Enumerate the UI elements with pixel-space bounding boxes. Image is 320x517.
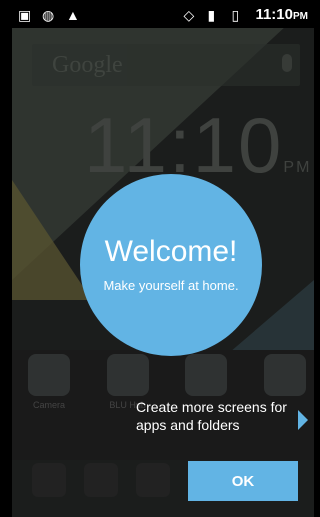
play-store-icon bbox=[185, 354, 228, 396]
chrome-icon bbox=[263, 354, 306, 396]
signal-icon: ▮ bbox=[207, 7, 216, 23]
mic-icon[interactable] bbox=[282, 54, 292, 72]
welcome-dialog: Welcome! Make yourself at home. bbox=[80, 174, 262, 356]
battery-icon: ▯ bbox=[231, 7, 240, 23]
status-bar: ▣ ◍ ▲ ◇ ▮ ▯ 11:10PM bbox=[12, 0, 314, 28]
contacts-icon[interactable] bbox=[84, 463, 118, 497]
rotation-icon: ◇ bbox=[183, 7, 195, 23]
welcome-title: Welcome! bbox=[104, 235, 238, 268]
voicemail-icon: ◍ bbox=[42, 7, 55, 23]
status-right: ◇ ▮ ▯ 11:10PM bbox=[183, 5, 308, 24]
welcome-subtitle: Make yourself at home. bbox=[103, 278, 239, 293]
blu-hub-icon bbox=[106, 354, 149, 396]
app-drawer-icon[interactable] bbox=[136, 463, 170, 497]
search-logo: Google bbox=[52, 52, 123, 78]
dock bbox=[32, 463, 170, 497]
image-icon: ▣ bbox=[18, 7, 32, 23]
search-bar[interactable]: Google bbox=[32, 44, 300, 86]
next-arrow-icon[interactable] bbox=[298, 410, 308, 430]
tip-text: Create more screens for apps and folders bbox=[136, 399, 287, 433]
home-screen: ▣ ◍ ▲ ◇ ▮ ▯ 11:10PM Google 11:10PM Camer… bbox=[12, 0, 314, 517]
status-time: 11:10PM bbox=[255, 5, 308, 23]
wallpaper-shape-b bbox=[12, 180, 92, 300]
app-camera[interactable]: Camera bbox=[22, 354, 76, 410]
status-left: ▣ ◍ ▲ bbox=[18, 7, 80, 23]
phone-icon[interactable] bbox=[32, 463, 66, 497]
ok-button[interactable]: OK bbox=[188, 461, 298, 501]
warning-icon: ▲ bbox=[66, 7, 80, 23]
camera-icon bbox=[28, 354, 70, 396]
